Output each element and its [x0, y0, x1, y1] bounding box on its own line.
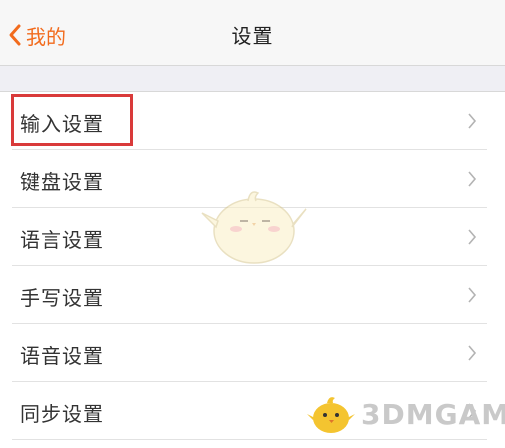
mascot-chick-watermark — [201, 191, 307, 264]
chevron-right-icon — [468, 229, 477, 245]
watermark-text: 3DMGAME — [361, 397, 505, 431]
settings-item-label: 手写设置 — [20, 286, 104, 310]
settings-item-label: 语音设置 — [20, 344, 104, 368]
highlight-box — [11, 94, 133, 146]
chevron-right-icon — [468, 345, 477, 361]
settings-item-voice[interactable]: 语音设置 — [12, 324, 487, 382]
chick-logo-icon — [307, 397, 355, 433]
page-title: 设置 — [231, 24, 274, 48]
watermark-logo: 3DMGAME — [305, 392, 505, 436]
chevron-right-icon — [468, 287, 477, 303]
chevron-right-icon — [468, 113, 477, 129]
chevron-right-icon — [468, 171, 477, 187]
section-gap — [0, 66, 505, 92]
settings-item-label: 语言设置 — [20, 228, 104, 252]
settings-item-handwriting[interactable]: 手写设置 — [12, 266, 487, 324]
settings-item-label: 键盘设置 — [20, 170, 104, 194]
settings-item-label: 同步设置 — [20, 402, 104, 426]
navigation-bar: 我的 设置 — [0, 0, 505, 66]
